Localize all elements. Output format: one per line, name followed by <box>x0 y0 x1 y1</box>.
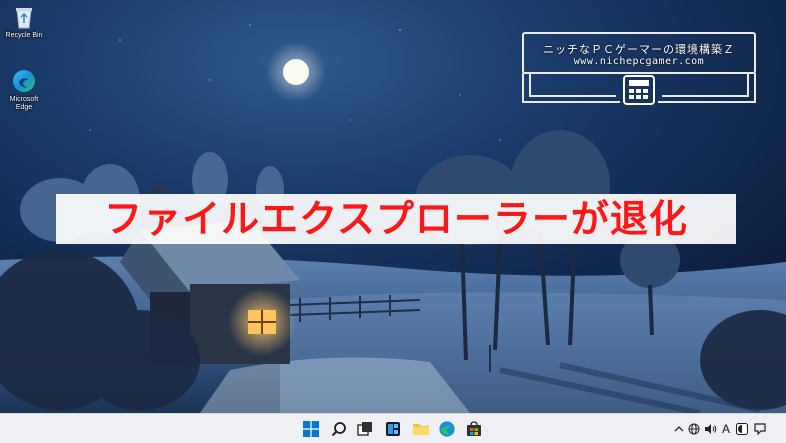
desktop-icon-label-line1: Microsoft <box>9 96 39 103</box>
widgets-icon <box>386 422 400 436</box>
network-status[interactable] <box>686 423 702 435</box>
search-button[interactable] <box>328 418 350 440</box>
speaker-icon <box>704 423 716 434</box>
taskbar: A <box>0 413 786 443</box>
windows-start-icon <box>303 421 319 437</box>
color-mode-indicator[interactable] <box>734 422 750 435</box>
show-hidden-icons-button[interactable] <box>672 425 686 433</box>
notification-center-button[interactable] <box>750 422 770 435</box>
notification-icon <box>754 422 766 435</box>
site-watermark: ニッチなＰＣゲーマーの環境構築Ｚ www.nichepcgamer.com <box>520 30 758 106</box>
system-tray: A <box>672 414 770 443</box>
desktop-icon-label: Recycle Bin <box>5 32 43 39</box>
watermark-title: ニッチなＰＣゲーマーの環境構築Ｚ <box>543 43 735 56</box>
desktop-icon-microsoft-edge[interactable]: Microsoft Edge <box>3 68 45 112</box>
desktop-icon-label-line2: Edge <box>15 104 33 111</box>
search-icon <box>331 422 346 437</box>
store-button[interactable] <box>463 418 485 440</box>
file-explorer-button[interactable] <box>410 418 432 440</box>
chevron-up-icon <box>674 425 684 431</box>
edge-taskbar-button[interactable] <box>436 418 458 440</box>
desktop-icon-recycle-bin[interactable]: Recycle Bin <box>3 4 45 40</box>
headline-banner: ファイルエクスプローラーが退化 <box>56 194 736 244</box>
edge-icon <box>13 70 35 92</box>
volume-control[interactable] <box>702 423 718 435</box>
watermark-url: www.nichepcgamer.com <box>573 56 705 67</box>
calculator-icon <box>623 75 655 105</box>
folder-icon <box>413 424 429 435</box>
task-view-icon <box>357 422 372 436</box>
recycle-bin-icon <box>16 8 32 29</box>
store-icon <box>467 421 481 436</box>
start-button[interactable] <box>300 418 322 440</box>
ime-indicator[interactable]: A <box>718 422 734 436</box>
contrast-icon <box>736 422 748 435</box>
task-view-button[interactable] <box>354 418 376 440</box>
network-icon <box>688 423 700 434</box>
widgets-button[interactable] <box>382 418 404 440</box>
edge-icon <box>439 421 455 437</box>
